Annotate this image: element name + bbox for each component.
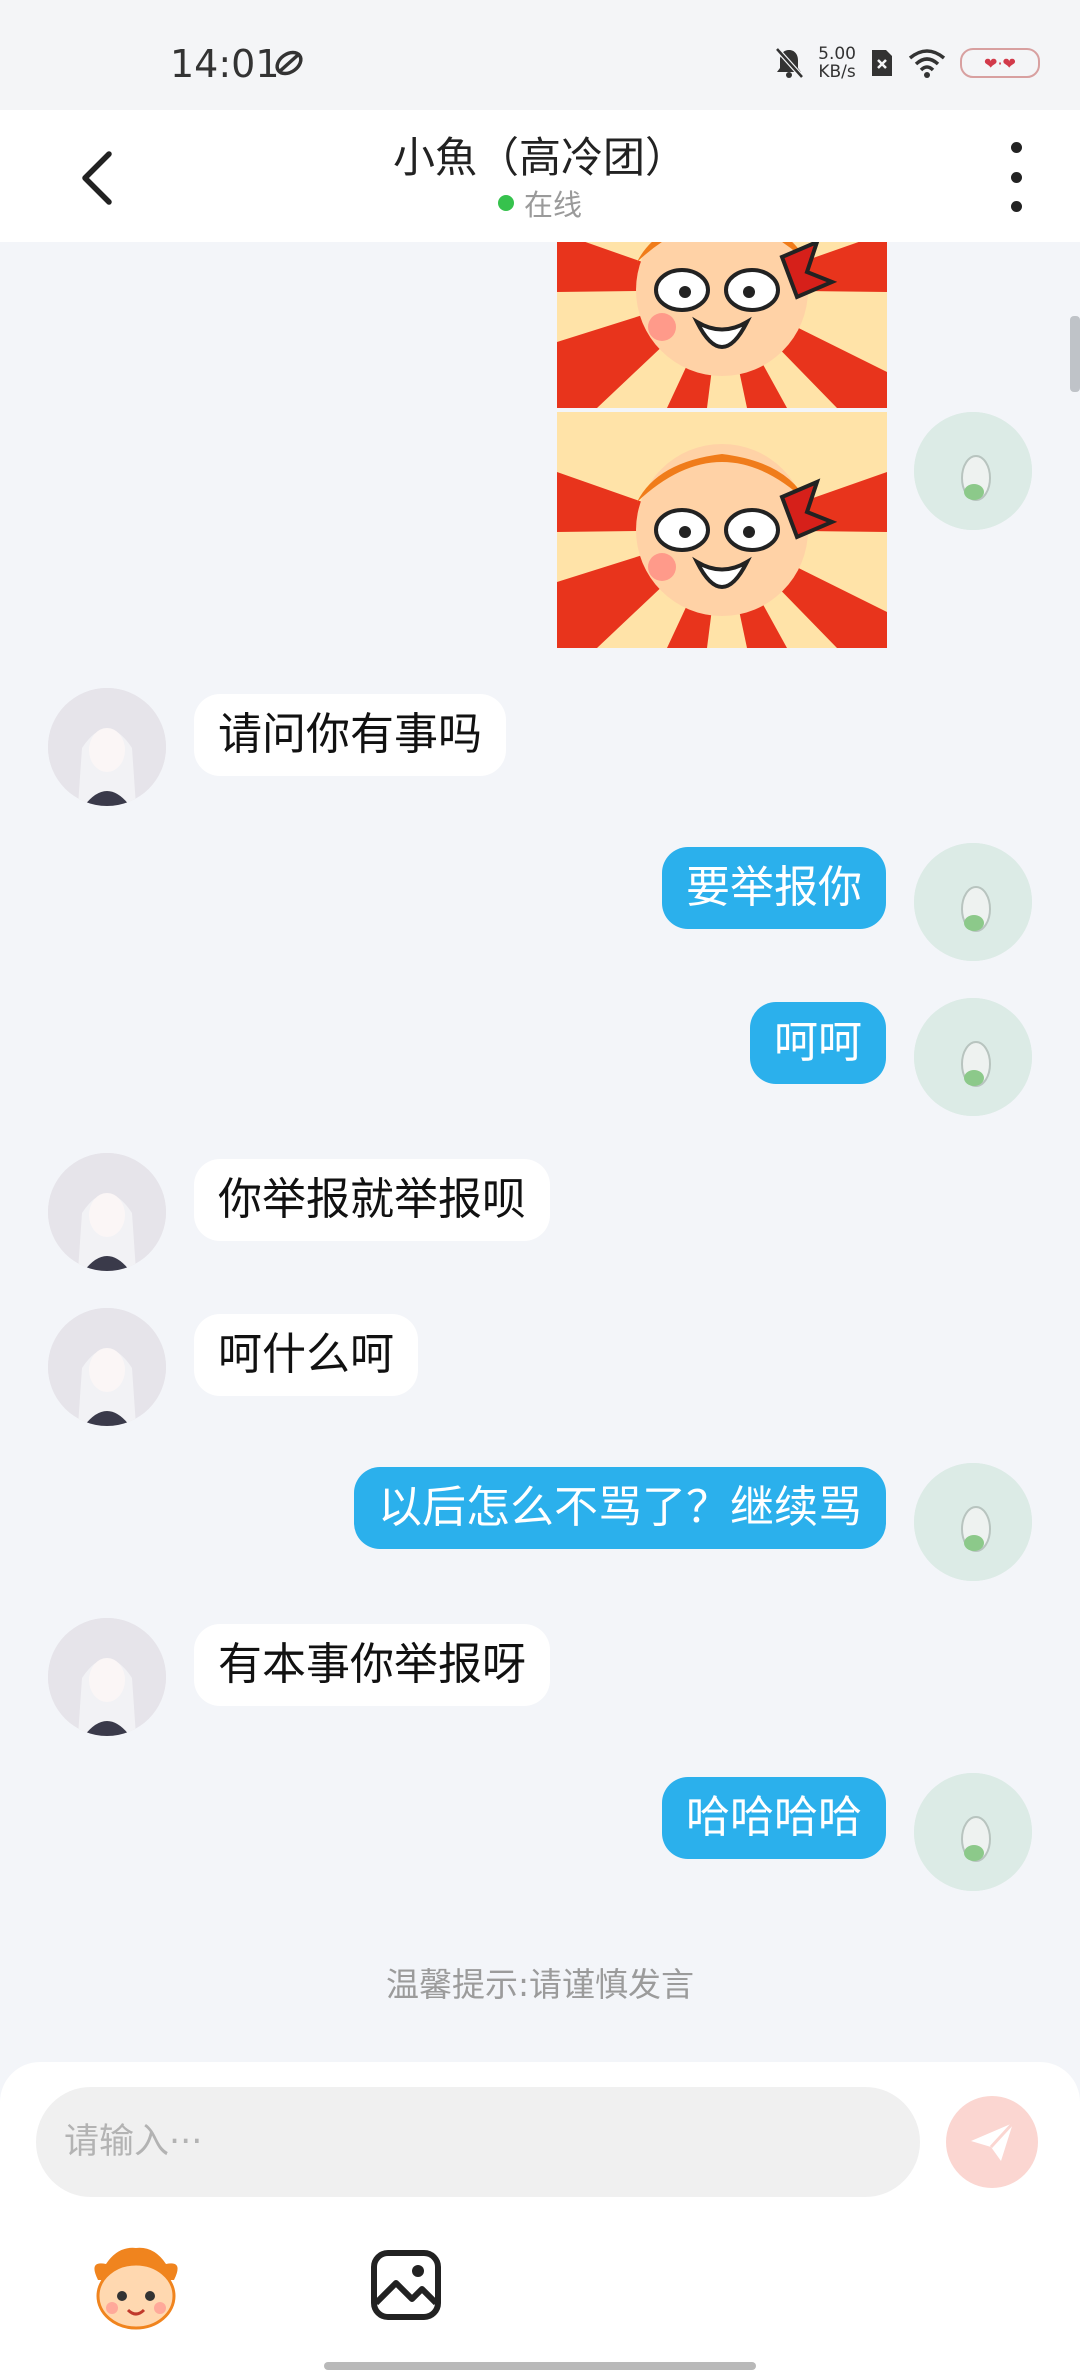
contact-avatar[interactable] — [48, 1618, 166, 1736]
avatar-image — [914, 412, 1032, 530]
avatar-image — [914, 998, 1032, 1116]
network-speed-value: 5.00 — [818, 44, 856, 64]
avatar-image — [914, 1773, 1032, 1891]
incoming-message-bubble[interactable]: 呵什么呵 — [194, 1314, 418, 1396]
image-icon — [371, 2250, 441, 2320]
message-list[interactable]: 请问你有事吗 要举报你 呵呵 你举报就举报呗 呵什么呵 以后怎么不骂了？继续骂 … — [0, 242, 1080, 2062]
network-speed: 5.00 KB/s — [818, 45, 856, 81]
chat-title: 小魚（高冷团） — [392, 133, 687, 182]
chat-header: 小魚（高冷团） 在线 — [0, 110, 1080, 242]
avatar-image — [48, 1153, 166, 1271]
angry-cartoon-sticker — [557, 412, 887, 648]
angry-cartoon-sticker — [557, 242, 887, 408]
image-picker-button[interactable] — [368, 2247, 444, 2323]
outgoing-message-bubble[interactable]: 要举报你 — [662, 847, 886, 929]
outgoing-message-bubble[interactable]: 哈哈哈哈 — [662, 1777, 886, 1859]
avatar-image — [48, 1308, 166, 1426]
outgoing-message-bubble[interactable]: 以后怎么不骂了？继续骂 — [354, 1467, 886, 1549]
my-avatar[interactable] — [914, 998, 1032, 1116]
outgoing-message-bubble[interactable]: 呵呵 — [750, 1002, 886, 1084]
status-time: 14:01 — [170, 42, 280, 86]
my-avatar[interactable] — [914, 1463, 1032, 1581]
status-icons: 5.00 KB/s ❤·❤ — [774, 40, 1040, 86]
online-status-label: 在线 — [523, 188, 582, 222]
paper-plane-icon — [971, 2121, 1015, 2161]
more-dot-icon — [1010, 201, 1022, 212]
online-status: 在线 — [0, 182, 1080, 224]
message-input[interactable]: 请输入··· — [36, 2087, 920, 2197]
swirl-icon — [275, 50, 303, 76]
more-dot-icon — [1010, 142, 1022, 153]
status-bar: 14:01 5.00 KB/s ❤·❤ — [0, 0, 1080, 110]
my-avatar[interactable] — [914, 1773, 1032, 1891]
incoming-message-bubble[interactable]: 你举报就举报呗 — [194, 1159, 550, 1241]
my-avatar[interactable] — [914, 412, 1032, 530]
more-options-button[interactable] — [996, 142, 1036, 212]
incoming-message-bubble[interactable]: 有本事你举报呀 — [194, 1624, 550, 1706]
avatar-image — [914, 843, 1032, 961]
my-avatar[interactable] — [914, 843, 1032, 961]
avatar-image — [48, 688, 166, 806]
emoji-sticker-button[interactable] — [88, 2240, 184, 2336]
contact-avatar[interactable] — [48, 1308, 166, 1426]
online-dot-icon — [497, 195, 514, 211]
mute-bell-icon — [775, 47, 805, 79]
scrollbar[interactable] — [1070, 316, 1080, 392]
sticker-message[interactable] — [557, 242, 887, 408]
avatar-image — [914, 1463, 1032, 1581]
mascot-emoji-icon — [94, 2247, 178, 2330]
sticker-message[interactable] — [557, 412, 887, 648]
home-indicator[interactable] — [324, 2362, 756, 2370]
safety-tip: 温馨提示:请谨慎发言 — [385, 1965, 695, 2004]
avatar-image — [48, 1618, 166, 1736]
sim-icon — [872, 50, 892, 76]
send-button[interactable] — [946, 2096, 1038, 2188]
contact-avatar[interactable] — [48, 1153, 166, 1271]
battery-icon: ❤·❤ — [960, 48, 1040, 78]
wifi-icon — [908, 49, 946, 78]
input-placeholder: 请输入··· — [64, 2122, 203, 2162]
input-bar: 请输入··· — [0, 2062, 1080, 2376]
network-speed-unit: KB/s — [818, 62, 856, 82]
incoming-message-bubble[interactable]: 请问你有事吗 — [194, 694, 506, 776]
more-dot-icon — [1010, 171, 1022, 183]
contact-avatar[interactable] — [48, 688, 166, 806]
